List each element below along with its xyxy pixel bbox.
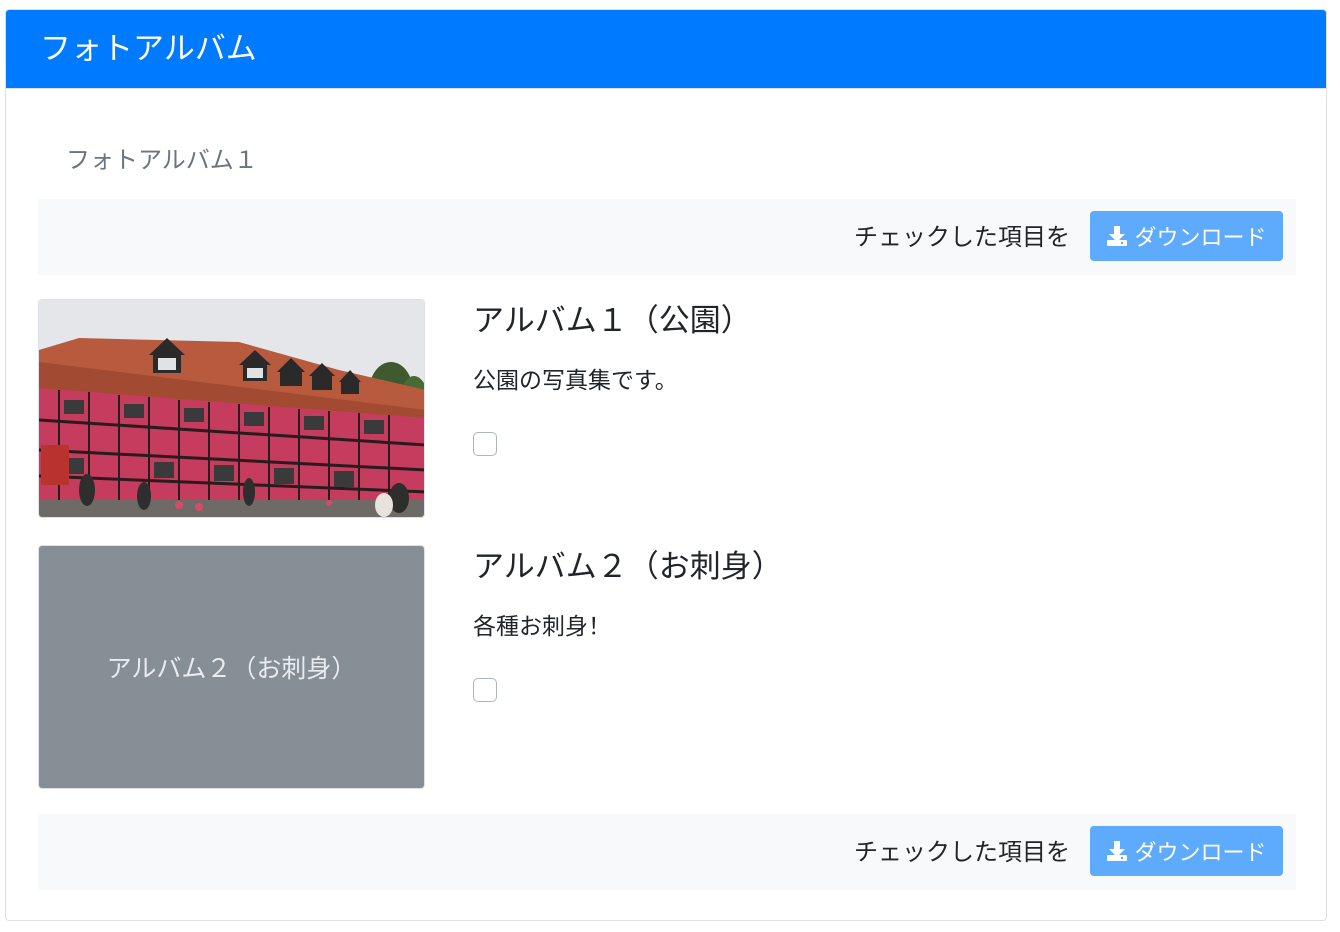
album-thumbnail[interactable]: [38, 299, 425, 518]
album-item: アルバム２（お刺身） アルバム２（お刺身） 各種お刺身！: [38, 545, 1296, 789]
placeholder-text: アルバム２（お刺身）: [106, 654, 357, 683]
toolbar-label: チェックした項目を: [854, 838, 1070, 866]
page-title: フォトアルバム: [40, 31, 257, 67]
download-button-label: ダウンロード: [1134, 226, 1267, 251]
section-title: フォトアルバム１: [66, 146, 258, 174]
album-item: アルバム１（公園） 公園の写真集です。: [38, 299, 1296, 519]
download-button[interactable]: ダウンロード: [1090, 211, 1283, 261]
album-description: 公園の写真集です。: [473, 368, 678, 394]
download-icon: [1107, 226, 1128, 246]
album-description: 各種お刺身！: [473, 614, 611, 640]
download-button[interactable]: ダウンロード: [1090, 826, 1283, 876]
album-title: アルバム１（公園）: [473, 303, 752, 339]
album-title: アルバム２（お刺身）: [473, 549, 783, 585]
toolbar-label: チェックした項目を: [854, 223, 1070, 251]
photo-album-card: フォトアルバム フォトアルバム１ チェックした項目を ダウンロード アルバム１（…: [5, 9, 1327, 921]
download-button-label: ダウンロード: [1134, 841, 1267, 866]
download-icon: [1107, 841, 1128, 861]
park-building-photo: [39, 300, 424, 517]
download-toolbar-bottom: チェックした項目を ダウンロード: [38, 814, 1296, 890]
download-toolbar-top: チェックした項目を ダウンロード: [38, 199, 1296, 275]
page-header: フォトアルバム: [6, 10, 1326, 89]
album-checkbox[interactable]: [473, 432, 497, 456]
album-checkbox[interactable]: [473, 678, 497, 702]
album-thumbnail-placeholder[interactable]: アルバム２（お刺身）: [38, 545, 425, 789]
